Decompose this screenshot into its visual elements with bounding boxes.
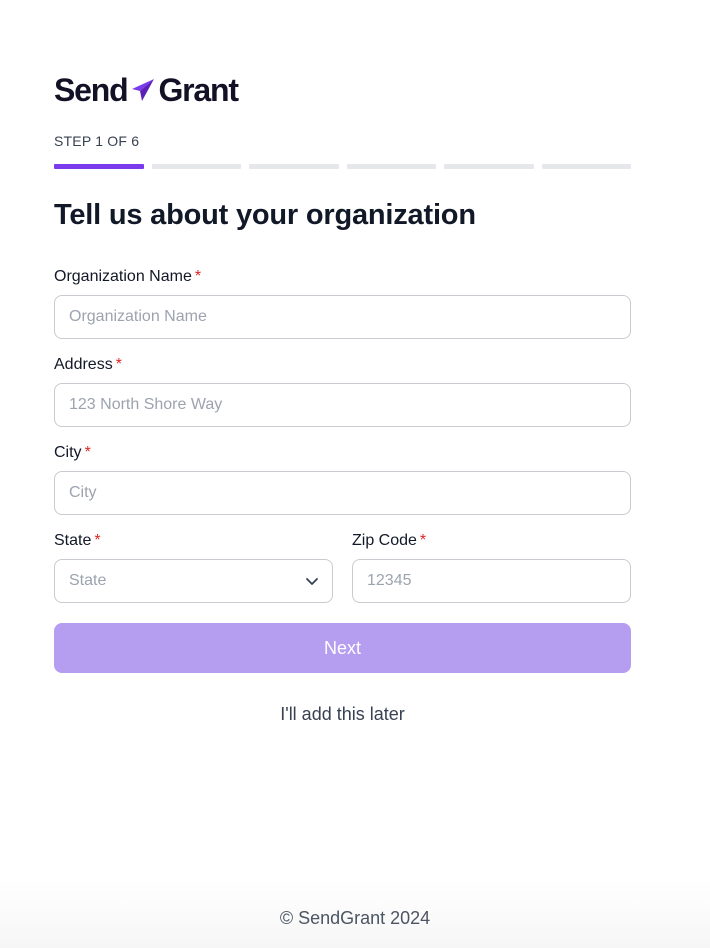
state-label: State * [54,532,101,550]
zip-code-label: Zip Code * [352,532,426,550]
zip-code-input[interactable] [352,559,631,603]
page-title: Tell us about your organization [54,199,476,231]
city-label-text: City [54,444,82,461]
organization-name-input[interactable] [54,295,631,339]
state-select[interactable]: State [54,559,333,603]
progress-segment-4 [346,164,436,169]
paper-plane-icon [132,79,155,101]
city-input[interactable] [54,471,631,515]
add-later-link[interactable]: I'll add this later [54,704,631,725]
logo-text-grant: Grant [158,71,239,108]
logo-text-send: Send [54,71,129,108]
address-input[interactable] [54,383,631,427]
progress-segment-1 [54,164,144,169]
address-label-text: Address [54,356,113,373]
zip-code-label-text: Zip Code [352,532,417,549]
required-marker: * [94,532,101,549]
progress-segment-6 [541,164,631,169]
progress-segment-2 [151,164,241,169]
required-marker: * [194,268,202,285]
organization-name-label: Organization Name * [54,268,201,286]
sendgrant-logo: Send Grant [54,70,239,110]
required-marker: * [419,532,427,549]
step-indicator: STEP 1 OF 6 [54,133,140,149]
state-label-text: State [54,532,92,549]
progress-segment-5 [444,164,534,169]
address-label: Address * [54,356,122,374]
required-marker: * [115,356,122,373]
chevron-down-icon [306,578,318,585]
city-label: City * [54,444,91,462]
organization-name-label-text: Organization Name [54,268,192,285]
progress-bar [54,164,631,170]
progress-segment-3 [249,164,339,169]
required-marker: * [84,444,91,461]
next-button[interactable]: Next [54,623,631,673]
state-select-value: State [69,572,107,589]
copyright-text: © SendGrant 2024 [279,908,431,928]
